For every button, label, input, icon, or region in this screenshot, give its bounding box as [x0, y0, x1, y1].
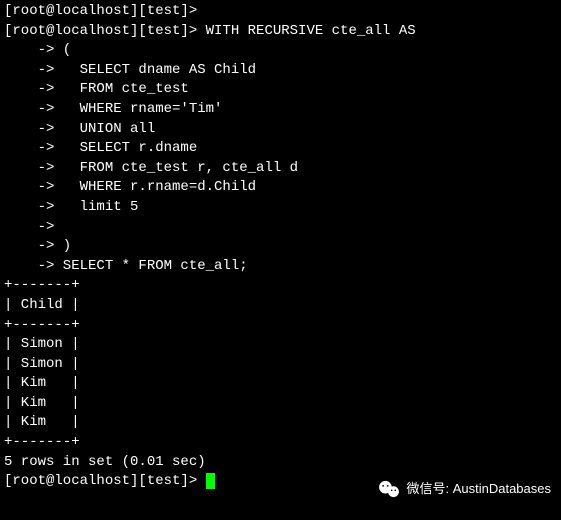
- cursor: [206, 473, 215, 489]
- table-border-top: +-------+: [4, 276, 557, 296]
- watermark-text: 微信号: AustinDatabases: [406, 480, 551, 498]
- sql-cont-5: -> SELECT r.dname: [4, 139, 557, 159]
- sql-cont-7: -> WHERE r.rname=d.Child: [4, 178, 557, 198]
- table-row-0: | Simon |: [4, 335, 557, 355]
- sql-cont-0: -> (: [4, 41, 557, 61]
- watermark: 微信号: AustinDatabases: [378, 480, 551, 498]
- sql-cont-2: -> FROM cte_test: [4, 80, 557, 100]
- wechat-icon: [378, 480, 400, 498]
- prompt-prev: [root@localhost][test]>: [4, 2, 557, 22]
- prompt-sql-start: [root@localhost][test]> WITH RECURSIVE c…: [4, 22, 557, 42]
- sql-cont-9: ->: [4, 218, 557, 238]
- table-header: | Child |: [4, 296, 557, 316]
- table-border-bottom: +-------+: [4, 433, 557, 453]
- table-row-4: | Kim |: [4, 413, 557, 433]
- sql-cont-3: -> WHERE rname='Tim': [4, 100, 557, 120]
- sql-cont-6: -> FROM cte_test r, cte_all d: [4, 159, 557, 179]
- sql-cont-8: -> limit 5: [4, 198, 557, 218]
- sql-cont-10: -> ): [4, 237, 557, 257]
- sql-cont-1: -> SELECT dname AS Child: [4, 61, 557, 81]
- table-row-2: | Kim |: [4, 374, 557, 394]
- table-row-3: | Kim |: [4, 394, 557, 414]
- table-row-1: | Simon |: [4, 355, 557, 375]
- result-summary: 5 rows in set (0.01 sec): [4, 453, 557, 473]
- sql-cont-4: -> UNION all: [4, 120, 557, 140]
- prompt-text: [root@localhost][test]>: [4, 473, 206, 489]
- table-border-mid: +-------+: [4, 316, 557, 336]
- sql-cont-11: -> SELECT * FROM cte_all;: [4, 257, 557, 277]
